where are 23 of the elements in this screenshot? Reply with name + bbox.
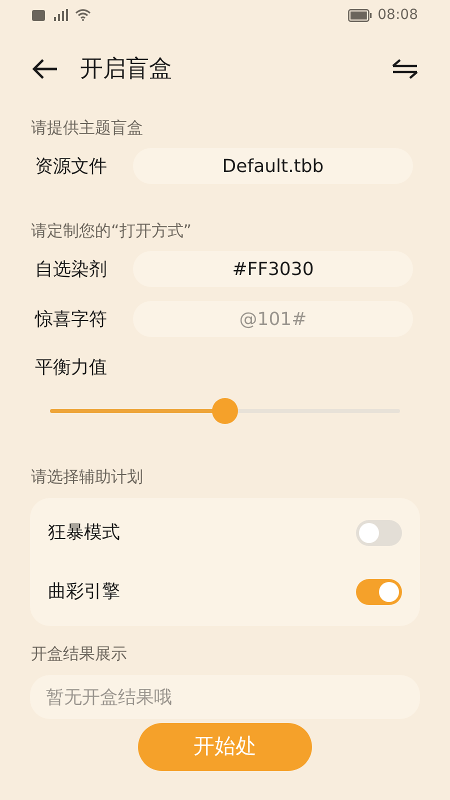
back-arrow-icon[interactable] [32, 58, 58, 80]
page-title: 开启盲盒 [80, 54, 172, 84]
swap-arrows-icon[interactable] [392, 59, 418, 79]
section-label: 开盒结果展示 [30, 643, 128, 665]
section-label: 请定制您的“打开方式” [30, 220, 193, 242]
input-field[interactable]: #FF3030 [133, 251, 413, 287]
clock: 08:08 [378, 6, 418, 24]
toggle-switch[interactable] [356, 520, 402, 546]
field-label: 资源文件 [34, 154, 108, 178]
section-label: 请提供主题盲盒 [30, 117, 144, 139]
battery-icon [348, 8, 372, 22]
section-label: 请选择辅助计划 [30, 466, 144, 488]
toggle-switch[interactable] [356, 578, 402, 604]
input-field[interactable]: @101# [133, 301, 413, 337]
toggle-label: 狂暴模式 [48, 521, 120, 545]
field-label: 自选染剂 [34, 258, 108, 282]
input-field[interactable]: Default.tbb [133, 148, 413, 184]
wifi-icon [75, 9, 91, 21]
slider-label: 平衡力值 [34, 356, 108, 380]
toggle-label: 曲彩引擎 [48, 580, 120, 604]
result-field[interactable]: 暂无开盒结果哦 [30, 675, 420, 719]
slider-thumb[interactable] [212, 398, 238, 424]
field-label: 惊喜字符 [34, 308, 108, 332]
